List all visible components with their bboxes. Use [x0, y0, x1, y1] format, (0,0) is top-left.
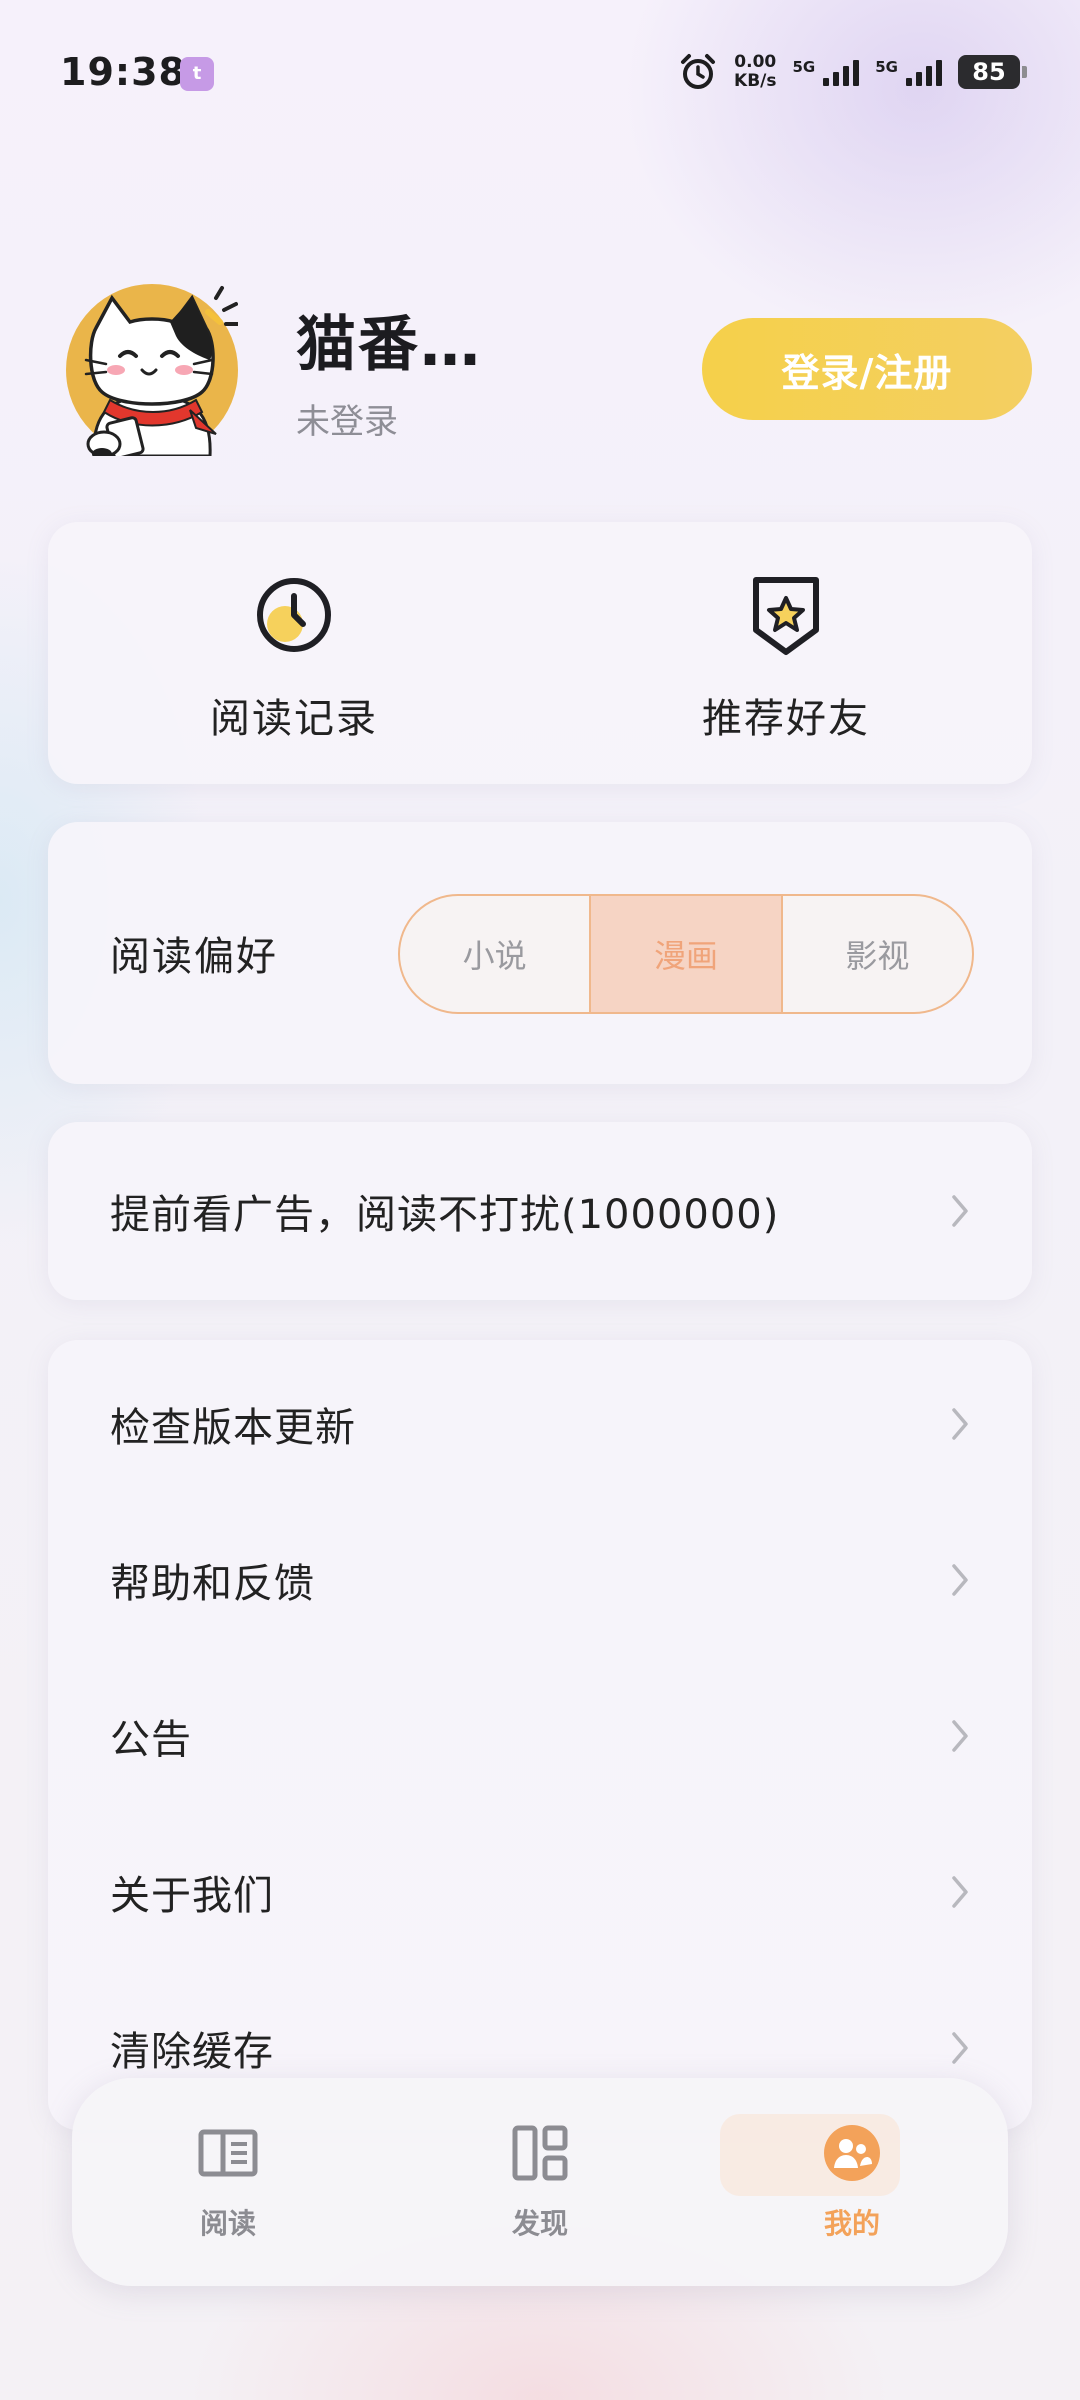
discover-icon — [512, 2125, 568, 2181]
recommend-friends-label: 推荐好友 — [702, 696, 870, 742]
chevron-right-icon — [952, 1408, 968, 1440]
reading-preference-card: 阅读偏好 小说 漫画 影视 — [48, 822, 1032, 1084]
star-badge-icon — [753, 577, 819, 655]
about-us-row[interactable]: 关于我们 — [48, 1814, 1032, 1970]
chevron-right-icon — [952, 1720, 968, 1752]
chevron-right-icon — [952, 1195, 968, 1227]
check-update-row[interactable]: 检查版本更新 — [48, 1346, 1032, 1502]
bottom-nav: 阅读 发现 我的 — [72, 2078, 1008, 2286]
nav-discover-label: 发现 — [511, 2207, 568, 2240]
help-feedback-label: 帮助和反馈 — [110, 1561, 315, 1607]
clear-cache-label: 清除缓存 — [110, 2029, 274, 2075]
network-speed: 0.00 KB/s — [734, 53, 776, 91]
book-icon — [198, 2129, 258, 2177]
about-us-label: 关于我们 — [110, 1873, 274, 1919]
pref-option-video[interactable]: 影视 — [780, 896, 972, 1012]
ad-card: 提前看广告，阅读不打扰(1000000) — [48, 1122, 1032, 1300]
pref-option-comic[interactable]: 漫画 — [589, 896, 781, 1012]
reading-history-button[interactable]: 阅读记录 — [48, 522, 540, 784]
status-indicators: 0.00 KB/s 5G 5G 85 — [678, 50, 1027, 94]
watch-ad-label: 提前看广告，阅读不打扰(1000000) — [110, 1192, 780, 1238]
login-status: 未登录 — [296, 402, 398, 442]
sim1-network-type: 5G — [792, 58, 816, 76]
settings-card: 检查版本更新 帮助和反馈 公告 关于我们 清除缓存 — [48, 1340, 1032, 2130]
sim2-signal-icon: 5G — [875, 58, 942, 86]
reading-preference-label: 阅读偏好 — [110, 934, 278, 980]
check-update-label: 检查版本更新 — [110, 1405, 356, 1451]
alarm-icon — [681, 54, 716, 89]
reading-history-label: 阅读记录 — [210, 696, 378, 742]
chevron-right-icon — [952, 1876, 968, 1908]
chevron-right-icon — [952, 2032, 968, 2064]
watch-ad-row[interactable]: 提前看广告，阅读不打扰(1000000) — [48, 1133, 1032, 1289]
nav-tab-mine[interactable]: 我的 — [696, 2078, 1008, 2286]
login-register-button[interactable]: 登录/注册 — [702, 318, 1032, 420]
sim2-network-type: 5G — [875, 58, 898, 76]
announcement-row[interactable]: 公告 — [48, 1658, 1032, 1814]
chevron-right-icon — [952, 1564, 968, 1596]
network-speed-unit: KB/s — [734, 71, 777, 91]
network-speed-value: 0.00 — [734, 52, 777, 72]
nav-read-label: 阅读 — [199, 2207, 256, 2240]
status-time: 19:38 — [60, 50, 186, 94]
help-feedback-row[interactable]: 帮助和反馈 — [48, 1502, 1032, 1658]
announcement-label: 公告 — [110, 1717, 192, 1763]
pref-option-novel[interactable]: 小说 — [400, 896, 589, 1012]
nav-tab-discover[interactable]: 发现 — [384, 2078, 696, 2286]
quick-actions-card: 阅读记录 推荐好友 — [48, 522, 1032, 784]
recommend-friends-button[interactable]: 推荐好友 — [540, 522, 1032, 784]
clock-icon — [257, 578, 331, 652]
profile-icon — [824, 2125, 880, 2181]
profile-name: 猫番… — [296, 310, 482, 380]
nav-mine-label: 我的 — [823, 2207, 880, 2240]
nav-tab-read[interactable]: 阅读 — [72, 2078, 384, 2286]
battery-icon: 85 — [958, 55, 1027, 89]
status-bar: 19:38 t 0.00 KB/s 5G 5G 85 — [0, 0, 1080, 140]
avatar[interactable] — [66, 284, 238, 456]
app-notification-icon: t — [180, 57, 214, 91]
sim1-signal-icon: 5G — [793, 58, 860, 86]
reading-preference-toggle: 小说 漫画 影视 — [398, 894, 974, 1014]
